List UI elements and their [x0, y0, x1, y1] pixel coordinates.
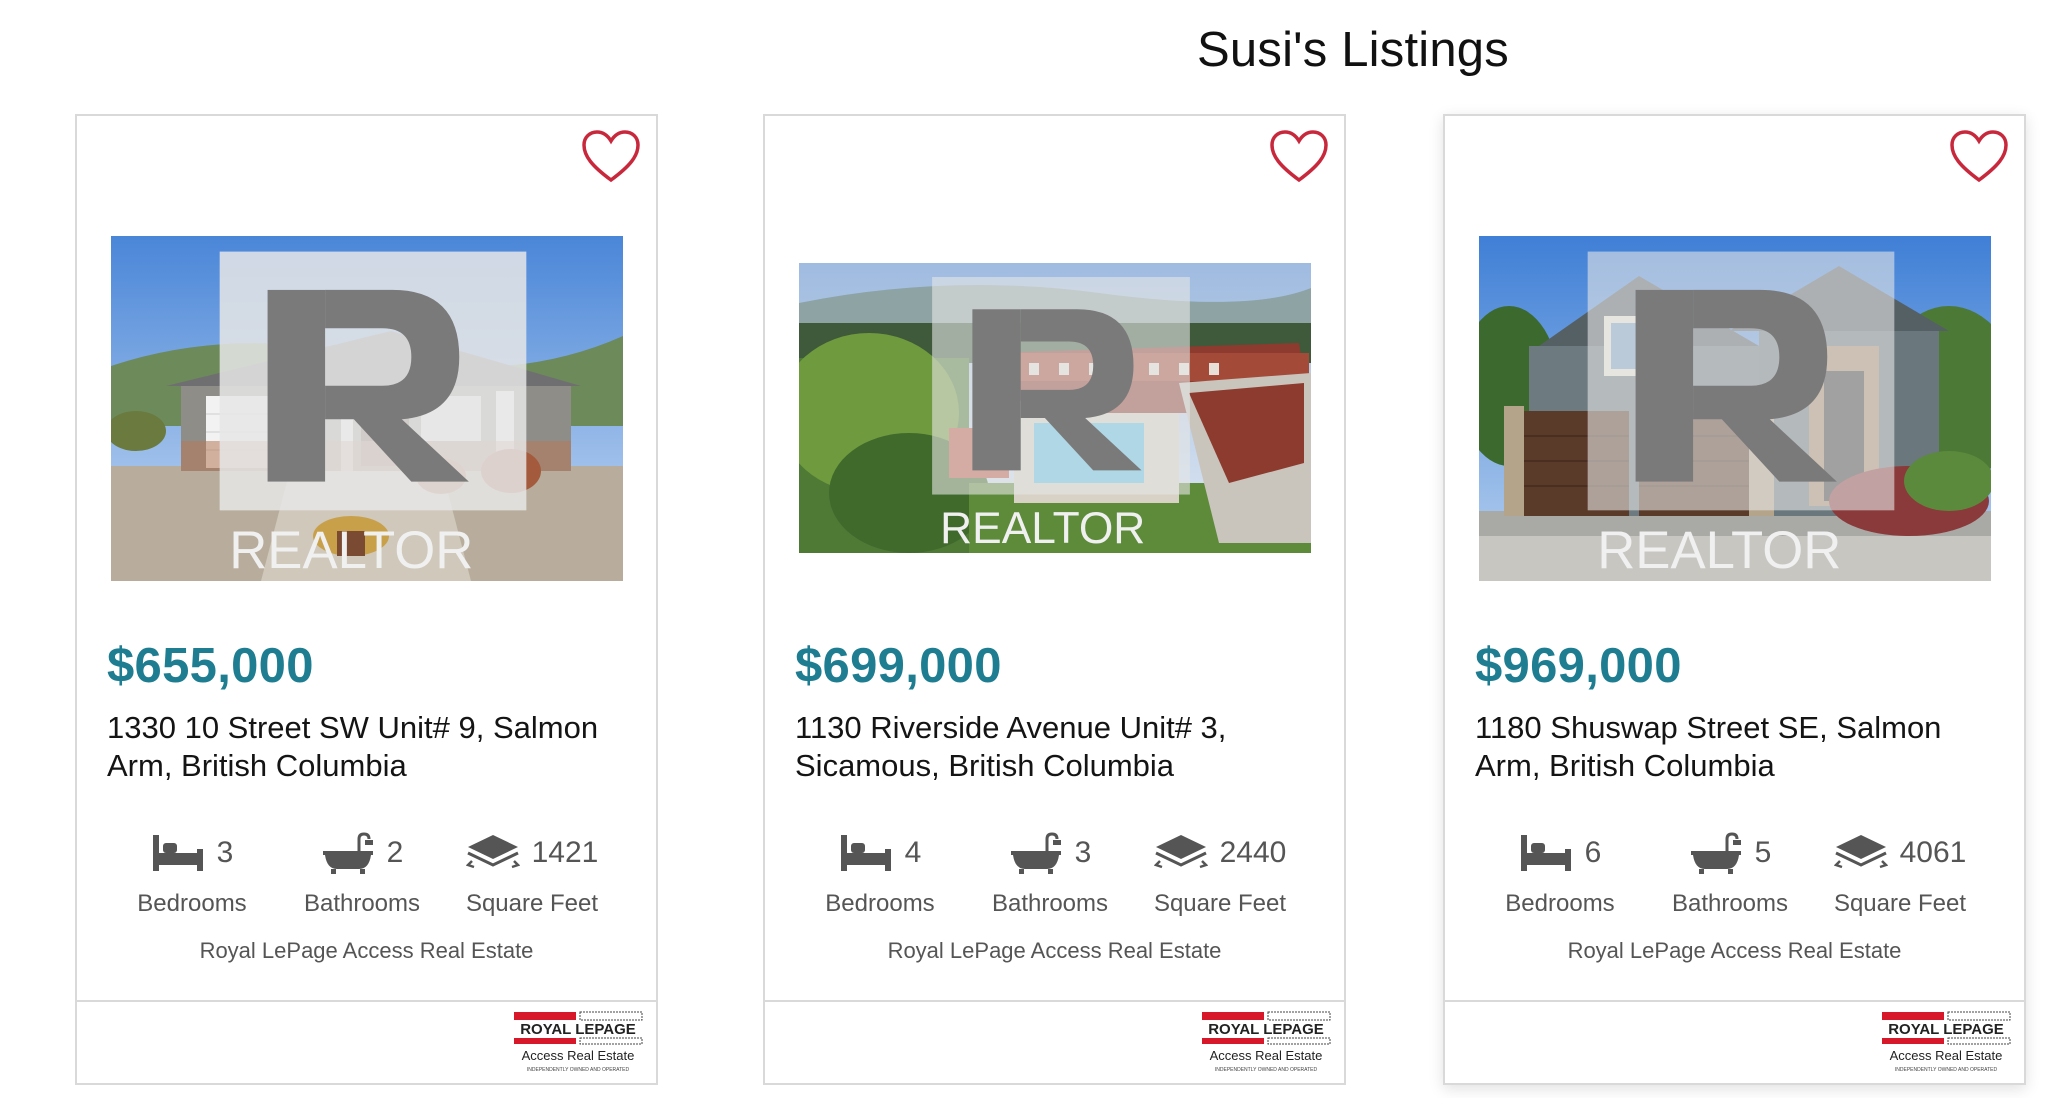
svg-text:REALTOR: REALTOR	[229, 521, 473, 580]
bed-icon	[840, 835, 891, 871]
bedrooms-label: Bedrooms	[1505, 890, 1615, 917]
bathrooms-stat: 2 Bathrooms	[277, 828, 447, 918]
heart-outline-icon[interactable]	[580, 128, 642, 186]
listing-stats: 3 Bedrooms 2 Bathrooms 1421 Square Feet	[107, 828, 627, 938]
heart-outline-icon[interactable]	[1268, 128, 1330, 186]
listing-photo[interactable]: REALTOR	[111, 236, 623, 581]
svg-text:ROYAL LEPAGE: ROYAL LEPAGE	[1888, 1021, 2004, 1038]
brokerage-name: Royal LePage Access Real Estate	[199, 938, 534, 963]
listing-stats: 6 Bedrooms 5 Bathrooms 4061 Square Feet	[1475, 828, 1995, 938]
realtor-logo: REALTOR	[219, 251, 527, 580]
brokerage-name: Royal LePage Access Real Estate	[887, 938, 1222, 963]
svg-text:ROYAL LEPAGE: ROYAL LEPAGE	[520, 1021, 636, 1038]
realtor-logo: REALTOR	[1587, 251, 1895, 580]
bathrooms-label: Bathrooms	[1671, 890, 1789, 917]
svg-text:Access Real Estate: Access Real Estate	[1890, 1048, 2003, 1063]
listing-photo[interactable]: REALTOR	[1479, 236, 1991, 581]
sqft-label: Square Feet	[1153, 890, 1287, 917]
bathtub-icon	[1010, 832, 1061, 874]
card-footer: ROYAL LEPAGE Access Real Estate INDEPEND…	[1445, 1000, 2024, 1087]
listing-stats: 4 Bedrooms 3 Bathrooms 2440 Square Feet	[795, 828, 1315, 938]
listing-price[interactable]: $655,000	[107, 638, 314, 694]
card-footer: ROYAL LEPAGE Access Real Estate INDEPEND…	[77, 1000, 656, 1087]
bedrooms-stat: 4 Bedrooms	[795, 828, 965, 918]
sqft-stat: 1421 Square Feet	[447, 828, 617, 918]
sqft-value: 2440	[1219, 836, 1287, 869]
area-icon	[1153, 835, 1208, 869]
bathrooms-label: Bathrooms	[991, 890, 1109, 917]
sqft-label: Square Feet	[465, 890, 599, 917]
brokerage-name: Royal LePage Access Real Estate	[1567, 938, 1902, 963]
listing-card[interactable]: REALTOR $655,000 1330 10 Street SW Unit#…	[75, 114, 658, 1085]
listing-price[interactable]: $699,000	[795, 638, 1002, 694]
sqft-label: Square Feet	[1833, 890, 1967, 917]
sqft-stat: 2440 Square Feet	[1135, 828, 1305, 918]
bathrooms-stat: 3 Bathrooms	[965, 828, 1135, 918]
area-icon	[465, 835, 520, 869]
bedrooms-stat: 3 Bedrooms	[107, 828, 277, 918]
svg-text:REALTOR: REALTOR	[940, 504, 1145, 553]
listing-address[interactable]: 1130 Riverside Avenue Unit# 3, Sicamous,…	[795, 709, 1295, 785]
bedrooms-label: Bedrooms	[825, 890, 935, 917]
bed-icon	[152, 835, 203, 871]
bathtub-icon	[1690, 832, 1741, 874]
listing-address[interactable]: 1180 Shuswap Street SE, Salmon Arm, Brit…	[1475, 709, 1975, 785]
bathrooms-value: 3	[1074, 836, 1092, 869]
listing-card[interactable]: REALTOR $969,000 1180 Shuswap Street SE,…	[1443, 114, 2026, 1085]
royal-lepage-logo: ROYAL LEPAGE Access Real Estate INDEPEND…	[514, 1011, 643, 1073]
listing-photo[interactable]: REALTOR	[799, 263, 1311, 553]
bedrooms-stat: 6 Bedrooms	[1475, 828, 1645, 918]
bedrooms-label: Bedrooms	[137, 890, 247, 917]
listing-price[interactable]: $969,000	[1475, 638, 1682, 694]
svg-text:Access Real Estate: Access Real Estate	[1210, 1048, 1323, 1063]
bathrooms-label: Bathrooms	[303, 890, 421, 917]
heart-outline-icon[interactable]	[1948, 128, 2010, 186]
bathrooms-stat: 5 Bathrooms	[1645, 828, 1815, 918]
royal-lepage-logo: ROYAL LEPAGE Access Real Estate INDEPEND…	[1882, 1011, 2011, 1073]
svg-text:INDEPENDENTLY OWNED AND OPERAT: INDEPENDENTLY OWNED AND OPERATED	[1215, 1067, 1318, 1073]
bedrooms-value: 4	[904, 836, 922, 869]
realtor-logo: REALTOR	[932, 277, 1190, 553]
sqft-stat: 4061 Square Feet	[1815, 828, 1985, 918]
card-footer: ROYAL LEPAGE Access Real Estate INDEPEND…	[765, 1000, 1344, 1087]
area-icon	[1833, 835, 1888, 869]
sqft-value: 1421	[531, 836, 599, 869]
page-title: Susi's Listings	[1197, 23, 1509, 77]
royal-lepage-logo: ROYAL LEPAGE Access Real Estate INDEPEND…	[1202, 1011, 1331, 1073]
bedrooms-value: 3	[216, 836, 234, 869]
bathrooms-value: 2	[386, 836, 404, 869]
bathtub-icon	[322, 832, 373, 874]
sqft-value: 4061	[1899, 836, 1967, 869]
listing-card[interactable]: REALTOR $699,000 1130 Riverside Avenue U…	[763, 114, 1346, 1085]
svg-text:REALTOR: REALTOR	[1597, 521, 1841, 580]
svg-text:ROYAL LEPAGE: ROYAL LEPAGE	[1208, 1021, 1324, 1038]
bed-icon	[1520, 835, 1571, 871]
svg-text:Access Real Estate: Access Real Estate	[522, 1048, 635, 1063]
bedrooms-value: 6	[1584, 836, 1602, 869]
bathrooms-value: 5	[1754, 836, 1772, 869]
listing-address[interactable]: 1330 10 Street SW Unit# 9, Salmon Arm, B…	[107, 709, 607, 785]
svg-text:INDEPENDENTLY OWNED AND OPERAT: INDEPENDENTLY OWNED AND OPERATED	[1895, 1067, 1998, 1073]
svg-text:INDEPENDENTLY OWNED AND OPERAT: INDEPENDENTLY OWNED AND OPERATED	[527, 1067, 630, 1073]
